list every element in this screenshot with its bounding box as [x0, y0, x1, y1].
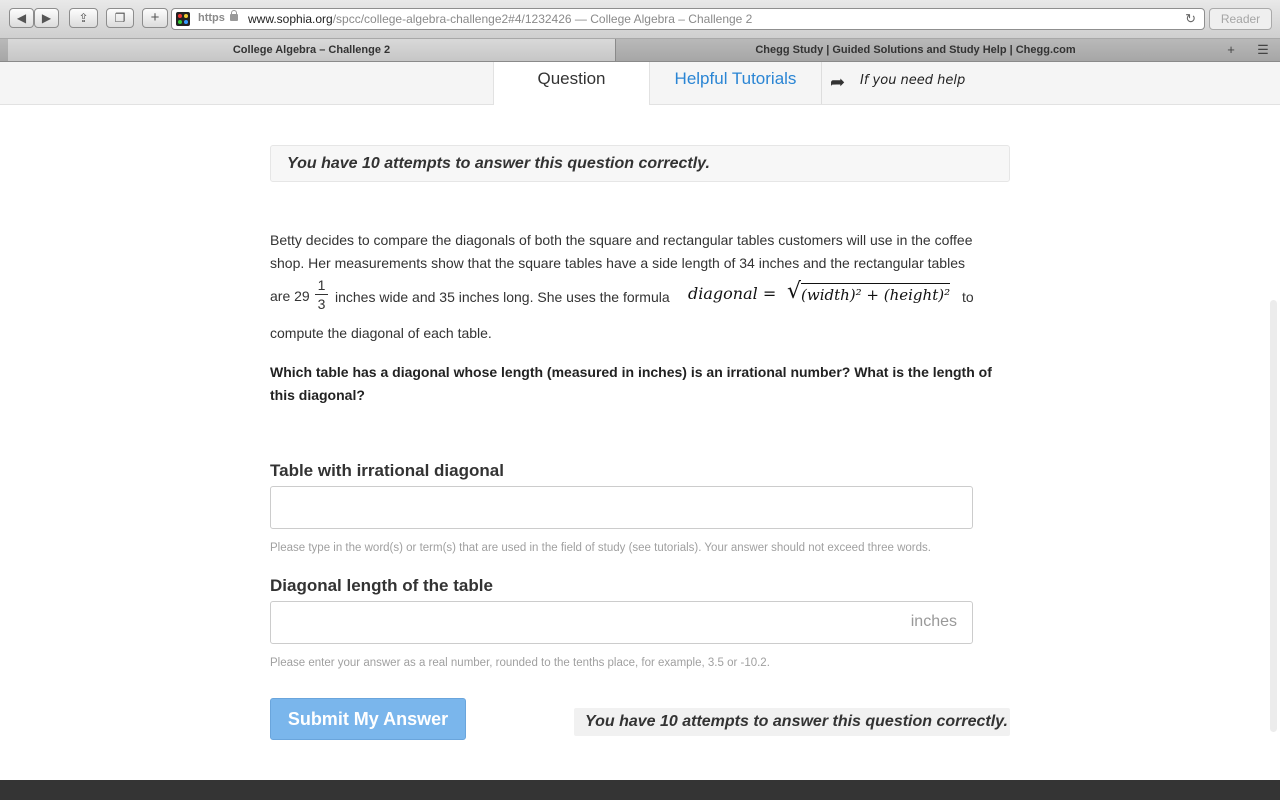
reload-icon[interactable]: ↻: [1185, 11, 1196, 27]
extension-button[interactable]: ❐: [106, 8, 134, 28]
diagonal-length-hint: Please enter your answer as a real numbe…: [270, 657, 770, 669]
reader-button[interactable]: Reader: [1209, 8, 1272, 30]
problem-line-1: Betty decides to compare the diagonals o…: [270, 232, 973, 248]
inches-unit-label: inches: [910, 613, 957, 630]
tab-helpful-tutorials[interactable]: Helpful Tutorials: [650, 62, 822, 104]
formula-radicand: (width)² + (height)²: [801, 283, 951, 304]
site-favicon-icon: [176, 12, 190, 26]
browser-toolbar: ◀ ▶ ⇪ ❐ + https www.sophia.org/spcc/coll…: [0, 0, 1280, 39]
fraction-numerator: 1: [317, 277, 326, 293]
attempts-notice-bottom: You have 10 attempts to answer this ques…: [574, 708, 1010, 736]
back-arrow-icon: ➦: [830, 72, 846, 92]
attempts-notice: You have 10 attempts to answer this ques…: [270, 145, 1010, 182]
problem-are-29: are 29: [270, 288, 310, 304]
question-prompt: Which table has a diagonal whose length …: [270, 364, 992, 403]
help-note: If you need help: [860, 73, 966, 88]
irrational-table-input[interactable]: [270, 486, 973, 529]
browser-tab-college-algebra[interactable]: College Algebra – Challenge 2: [8, 39, 615, 61]
share-button[interactable]: ⇪: [69, 8, 98, 28]
field-label-diagonal-length: Diagonal length of the table: [270, 576, 493, 595]
formula-lhs: diagonal =: [688, 284, 777, 303]
problem-line-3-end: to: [962, 289, 974, 305]
problem-line-3-mid: inches wide and 35 inches long. She uses…: [335, 289, 670, 305]
lock-icon: [230, 10, 238, 21]
tab-overview-icon[interactable]: ☰: [1248, 42, 1278, 58]
plus-icon: +: [150, 9, 160, 26]
browser-tab-bar: College Algebra – Challenge 2 Chegg Stud…: [0, 39, 1280, 62]
tab-question[interactable]: Question: [493, 62, 650, 105]
submit-answer-button[interactable]: Submit My Answer: [270, 698, 466, 740]
irrational-table-hint: Please type in the word(s) or term(s) th…: [270, 542, 931, 554]
new-tab-icon[interactable]: +: [1216, 42, 1246, 58]
page-title-in-address: — College Algebra – Challenge 2: [571, 12, 753, 26]
sqrt-icon: √: [787, 279, 802, 304]
page-footer: [0, 780, 1280, 800]
back-button[interactable]: ◀: [9, 8, 34, 28]
problem-line-3-start: are 29: [270, 288, 310, 304]
forward-button[interactable]: ▶: [34, 8, 59, 28]
browser-tab-chegg[interactable]: Chegg Study | Guided Solutions and Study…: [615, 39, 1215, 61]
fraction-denominator: 3: [317, 296, 326, 312]
question-nav: Question Helpful Tutorials: [0, 62, 1280, 105]
diagonal-length-input[interactable]: inches: [270, 601, 973, 644]
address-bar[interactable]: https www.sophia.org/spcc/college-algebr…: [171, 8, 1205, 30]
problem-line-2: shop. Her measurements show that the squ…: [270, 255, 965, 271]
problem-line-4: compute the diagonal of each table.: [270, 325, 492, 341]
field-label-irrational-table: Table with irrational diagonal: [270, 461, 504, 480]
url-scheme: https: [198, 12, 225, 24]
url-path: /spcc/college-algebra-challenge2#4/12324…: [332, 12, 572, 26]
url-text: www.sophia.org/spcc/college-algebra-chal…: [248, 12, 752, 26]
page-scrollbar[interactable]: [1270, 300, 1277, 732]
url-domain: www.sophia.org: [248, 12, 333, 26]
attempts-notice-text: You have 10 attempts to answer this ques…: [287, 155, 710, 172]
new-tab-button[interactable]: +: [142, 8, 168, 28]
extension-icon: ❐: [114, 11, 126, 25]
fraction-one-third: 1 3: [315, 277, 328, 312]
share-icon: ⇪: [78, 11, 89, 25]
attempts-notice-bottom-text: You have 10 attempts to answer this ques…: [585, 713, 1008, 730]
